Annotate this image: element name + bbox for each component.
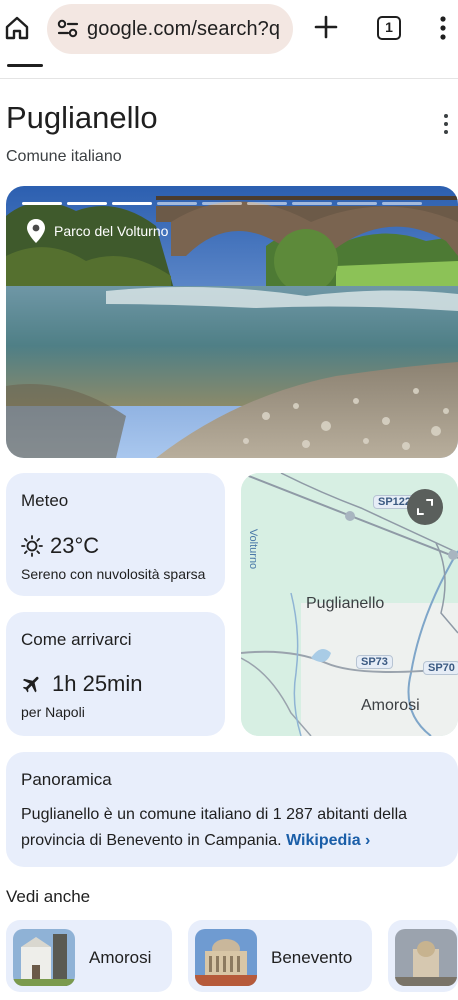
map-expand-button[interactable] <box>407 489 443 525</box>
third-thumbnail <box>395 929 457 986</box>
temperature-row: 23°C <box>21 533 99 559</box>
travel-duration-row: 1h 25min <box>21 671 143 697</box>
slide-progress-segment <box>337 202 377 205</box>
slideshow-progress <box>22 202 422 205</box>
address-bar[interactable]: google.com/search?q <box>47 4 293 54</box>
slide-progress-segment <box>67 202 107 205</box>
road-label-sp73: SP73 <box>356 655 393 669</box>
new-tab-icon[interactable] <box>313 14 339 40</box>
overview-title: Panoramica <box>21 770 112 789</box>
site-info-icon[interactable] <box>57 19 79 39</box>
wikipedia-link[interactable]: Wikipedia › <box>286 832 370 849</box>
travel-card-title: Come arrivarci <box>21 630 132 649</box>
slide-progress-segment <box>202 202 242 205</box>
road-label-sp70: SP70 <box>423 661 458 675</box>
map-preview[interactable]: SP122 SP73 SP70 Volturno Puglianello Amo… <box>241 473 458 736</box>
slide-progress-segment <box>112 202 152 205</box>
slide-progress-segment <box>22 202 62 205</box>
slide-progress-segment <box>382 202 422 205</box>
entity-title: Puglianello <box>6 100 158 135</box>
benevento-thumbnail <box>195 929 257 986</box>
map-nearby-label: Amorosi <box>361 697 420 714</box>
overview-card: Panoramica Puglianello è un comune itali… <box>6 752 458 867</box>
travel-duration: 1h 25min <box>52 671 143 696</box>
slide-progress-segment <box>247 202 287 205</box>
weather-card-title: Meteo <box>21 491 69 510</box>
results-tab-indicator <box>7 64 43 67</box>
see-also-label: Benevento <box>271 948 353 967</box>
home-icon[interactable] <box>3 14 31 42</box>
weather-condition: Sereno con nuvolosità sparsa <box>21 566 206 582</box>
temperature-value: 23°C <box>50 533 100 558</box>
slide-progress-segment <box>292 202 332 205</box>
see-also-heading: Vedi anche <box>6 887 91 906</box>
see-also-label: Amorosi <box>89 948 152 967</box>
tab-switcher-button[interactable]: 1 <box>377 16 401 40</box>
sun-icon <box>21 535 43 557</box>
map-place-label: Puglianello <box>306 595 385 612</box>
location-badge[interactable]: Parco del Volturno <box>26 218 168 244</box>
travel-destination: per Napoli <box>21 704 85 720</box>
more-options-icon[interactable] <box>440 112 452 136</box>
overflow-menu-icon[interactable] <box>436 15 450 41</box>
slide-progress-segment <box>157 202 197 205</box>
location-label: Parco del Volturno <box>54 223 169 239</box>
see-also-item-benevento[interactable]: Benevento <box>188 920 372 992</box>
see-also-item-third[interactable] <box>388 920 458 992</box>
url-text[interactable]: google.com/search?q <box>87 18 280 41</box>
river-label: Volturno <box>247 528 260 570</box>
airplane-icon <box>22 676 39 693</box>
expand-icon <box>417 499 433 515</box>
travel-card[interactable]: Come arrivarci 1h 25min per Napoli <box>6 612 225 736</box>
amorosi-thumbnail <box>13 929 75 986</box>
overview-text-block: Puglianello è un comune italiano di 1 28… <box>21 802 451 854</box>
location-pin-icon <box>27 219 45 243</box>
entity-subtitle: Comune italiano <box>6 148 122 165</box>
header-divider <box>0 78 458 79</box>
weather-card[interactable]: Meteo 23°C Sereno con nuvolosità sparsa <box>6 473 225 596</box>
see-also-item-amorosi[interactable]: Amorosi <box>6 920 172 992</box>
browser-toolbar: google.com/search?q 1 <box>0 0 458 60</box>
